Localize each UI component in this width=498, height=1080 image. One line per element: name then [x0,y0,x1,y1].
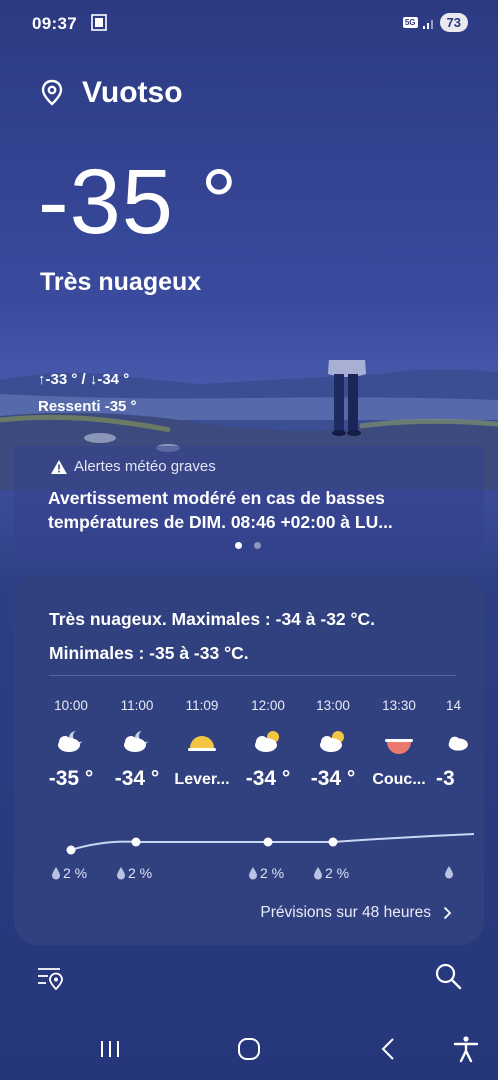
hour-time: 11:09 [185,698,219,713]
manage-locations-icon[interactable] [36,963,64,991]
chart-point [131,837,141,847]
precipitation-value: 2 % [63,865,88,881]
sunrise-icon [188,736,216,751]
temperature-line-chart [66,833,475,855]
droplet-icon [445,866,453,879]
page-dot-active [235,542,242,549]
precipitation-item: 2 % [313,865,349,881]
precipitation-item: 2 % [116,865,152,881]
hourly-forecast-card: Très nuageux. Maximales : -34 à -32 °C. … [14,575,484,945]
moon-cloud-icon [124,730,151,752]
hour-item[interactable]: 13:30 Couc... [364,695,434,789]
system-navigation-bar [0,1024,498,1074]
forecast-48h-label: Prévisions sur 48 heures [260,904,431,921]
alert-text: Avertissement modéré en cas de basses te… [48,488,393,532]
forecast-summary: Très nuageux. Maximales : -34 à -32 °C. … [49,602,459,670]
sun-cloud-icon [320,731,344,752]
battery-indicator: 73 [439,13,468,32]
page-indicator [235,542,261,549]
droplet-icon [52,867,60,880]
forecast-summary-line: Minimales : -35 à -33 °C. [49,643,249,663]
current-temperature: -35 ° [38,151,239,253]
divider [49,675,456,676]
home-icon[interactable] [234,1034,264,1064]
signal-icon [422,19,433,29]
moon-cloud-icon [58,730,85,752]
status-bar: 09:37 5G 73 [0,0,498,48]
location-pin-icon [41,79,63,106]
hour-item[interactable]: 11:00 -34 ° [102,695,172,791]
hour-item[interactable]: 11:09 Lever... [167,695,237,789]
chart-point [66,845,76,855]
precipitation-value: 2 % [128,865,153,881]
hour-item[interactable]: 13:00 -34 ° [298,695,368,791]
hour-temperature: -34 ° [245,767,291,790]
status-time: 09:37 [32,14,77,33]
sunrise-label: Lever... [174,771,230,788]
page-dot [254,542,261,549]
location-header[interactable]: Vuotso [40,76,183,110]
hour-time: 13:30 [382,698,416,713]
hour-temperature: -3 [436,767,455,790]
sunset-label: Couc... [372,771,426,788]
forecast-summary-line: Très nuageux. Maximales : -34 à -32 °C. [49,609,376,629]
bottom-toolbar [0,958,498,998]
chevron-right-icon [443,906,452,920]
chart-point [328,837,338,847]
precipitation-value: 2 % [325,865,350,881]
precipitation-item [444,865,454,879]
droplet-icon [314,867,322,880]
recent-apps-icon[interactable] [95,1034,125,1064]
sunset-icon [385,739,413,754]
high-low-temperature: ↑-33 ° / ↓-34 ° [38,371,130,388]
weather-alert-card[interactable]: Alertes météo graves Avertissement modér… [14,446,484,560]
droplet-icon [117,867,125,880]
precipitation-item: 2 % [51,865,87,881]
warning-icon [51,459,67,474]
hour-temperature: -35 ° [48,767,94,790]
droplet-icon [249,867,257,880]
current-condition: Très nuageux [40,268,202,296]
location-name: Vuotso [82,76,183,109]
hour-time: 14 [446,698,462,713]
hour-item[interactable]: 14 -3 [434,695,474,791]
hour-time: 12:00 [251,698,285,713]
hour-time: 13:00 [316,698,350,713]
search-icon[interactable] [434,962,462,990]
cloud-icon [448,736,468,751]
back-icon[interactable] [374,1034,404,1064]
sun-cloud-icon [255,731,279,752]
alert-title: Alertes météo graves [74,458,216,475]
hour-temperature: -34 ° [114,767,160,790]
precipitation-value: 2 % [260,865,285,881]
hour-temperature: -34 ° [310,767,356,790]
app-notification-icon [91,14,107,31]
accessibility-icon[interactable] [451,1034,481,1064]
hour-item[interactable]: 12:00 -34 ° [233,695,303,791]
hour-time: 10:00 [54,698,88,713]
hour-item[interactable]: 10:00 -35 ° [36,695,106,791]
forecast-48h-link[interactable]: Prévisions sur 48 heures [260,904,452,922]
network-type-badge: 5G [402,17,418,28]
precipitation-item: 2 % [248,865,284,881]
hour-time: 11:00 [120,698,154,713]
feels-like-temperature: Ressenti -35 ° [38,398,137,415]
precipitation-row: 2 % 2 % 2 % 2 % [14,865,484,885]
chart-point [263,837,273,847]
